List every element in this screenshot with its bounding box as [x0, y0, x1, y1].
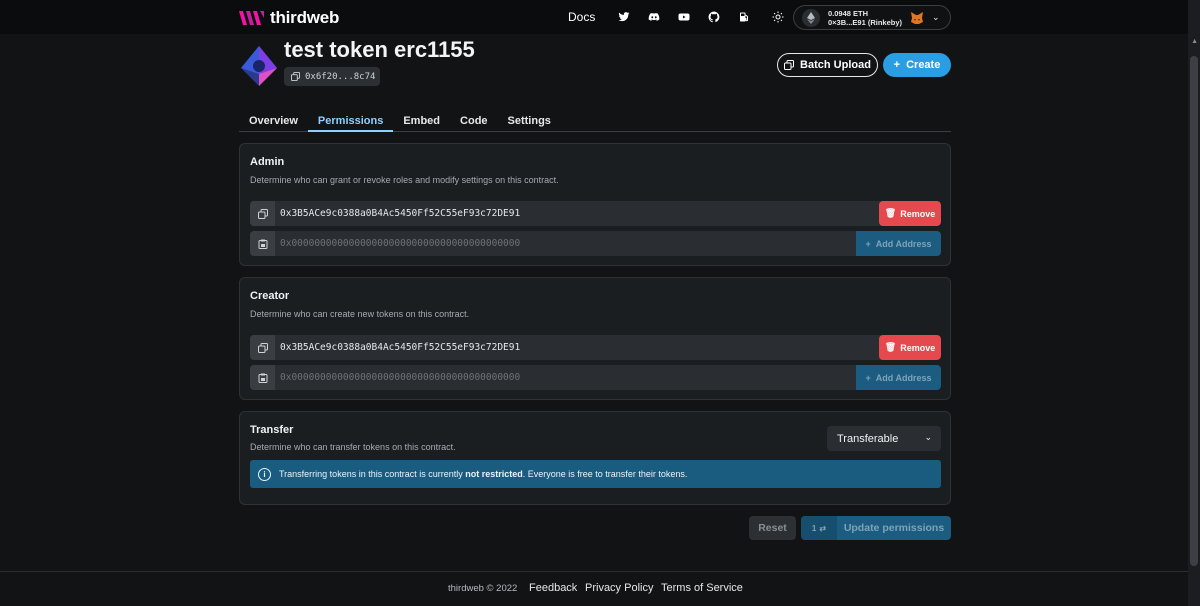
brand-name: thirdweb: [270, 8, 340, 27]
page-footer: thirdweb © 2022 Feedback Privacy Policy …: [0, 571, 1188, 606]
twitter-icon[interactable]: [609, 0, 639, 34]
alert-prefix: Transferring tokens in this contract is …: [279, 469, 466, 479]
creator-member-row: 0x3B5ACe9c0388a0B4Ac5450Ff52C55eF93c72DE…: [250, 335, 941, 360]
batch-upload-label: Batch Upload: [800, 59, 871, 71]
chevron-down-icon: ⌄: [924, 432, 932, 442]
admin-title: Admin: [250, 156, 285, 168]
footer-link-terms[interactable]: Terms of Service: [661, 582, 743, 594]
transfer-role-card: Transfer Determine who can transfer toke…: [239, 411, 951, 505]
wallet-button[interactable]: 0.0948 ETH 0×3B...E91 (Rinkeby) ⌄: [793, 5, 951, 30]
remove-creator-button[interactable]: 🗑 Remove: [879, 335, 941, 360]
metamask-icon: [911, 12, 923, 24]
batch-upload-button[interactable]: Batch Upload: [777, 53, 878, 77]
gas-icon[interactable]: [729, 0, 759, 34]
ethereum-icon: [802, 8, 820, 27]
copy-icon[interactable]: [250, 201, 275, 226]
footer-link-feedback[interactable]: Feedback: [529, 582, 577, 594]
changes-count: 1 ⇄: [801, 516, 837, 540]
creator-description: Determine who can create new tokens on t…: [250, 309, 470, 319]
paste-icon[interactable]: [250, 365, 275, 390]
trash-icon: 🗑: [884, 208, 897, 218]
remove-admin-button[interactable]: 🗑 Remove: [879, 201, 941, 226]
brand-logo[interactable]: thirdweb: [239, 8, 339, 28]
transfer-mode-value: Transferable: [837, 432, 899, 445]
alert-suffix: . Everyone is free to transfer their tok…: [522, 469, 688, 479]
transfer-title: Transfer: [250, 424, 294, 436]
transfer-info-alert: i Transferring tokens in this contract i…: [250, 460, 941, 488]
thirdweb-logo-icon: [239, 11, 264, 25]
creator-address-input[interactable]: 0x00000000000000000000000000000000000000…: [280, 372, 520, 383]
alert-strong: not restricted: [465, 469, 523, 479]
creator-title: Creator: [250, 290, 290, 302]
youtube-icon[interactable]: [669, 0, 699, 34]
footer-copyright: thirdweb © 2022: [448, 583, 518, 594]
page-scrollbar[interactable]: ▲: [1188, 0, 1200, 606]
transfer-description: Determine who can transfer tokens on thi…: [250, 442, 456, 452]
copy-icon[interactable]: [250, 335, 275, 360]
create-button[interactable]: + Create: [883, 53, 951, 77]
tab-code[interactable]: Code: [450, 114, 498, 132]
contract-tabs: Overview Permissions Embed Code Settings: [239, 114, 951, 132]
scrollbar-thumb[interactable]: [1190, 56, 1198, 566]
wallet-balance: 0.0948 ETH: [828, 8, 869, 18]
paste-icon[interactable]: [250, 231, 275, 256]
plus-icon: +: [865, 238, 871, 249]
admin-member-row: 0x3B5ACe9c0388a0B4Ac5450Ff52C55eF93c72DE…: [250, 201, 941, 226]
copy-icon: [291, 72, 300, 81]
create-label: Create: [906, 59, 941, 71]
top-navbar: thirdweb Docs 0.0948 ETH 0×3B...E91 (Rin…: [0, 0, 1188, 34]
add-creator-button[interactable]: + Add Address: [856, 365, 941, 390]
contract-address-copy[interactable]: 0x6f20...8c74: [284, 67, 380, 86]
remove-label: Remove: [900, 342, 936, 353]
wallet-address: 0×3B...E91 (Rinkeby): [828, 17, 902, 27]
discord-icon[interactable]: [639, 0, 669, 34]
scroll-up-arrow-icon[interactable]: ▲: [1191, 38, 1198, 45]
docs-link[interactable]: Docs: [568, 10, 595, 24]
admin-add-row: 0x00000000000000000000000000000000000000…: [250, 231, 941, 256]
info-icon: i: [258, 467, 271, 481]
update-permissions-button[interactable]: 1 ⇄ Update permissions: [801, 516, 951, 540]
chevron-down-icon: ⌄: [932, 12, 940, 22]
admin-role-card: Admin Determine who can grant or revoke …: [239, 143, 951, 266]
add-admin-button[interactable]: + Add Address: [856, 231, 941, 256]
github-icon[interactable]: [699, 0, 729, 34]
add-address-label: Add Address: [875, 238, 932, 249]
trash-icon: 🗑: [884, 342, 897, 352]
creator-add-row: 0x00000000000000000000000000000000000000…: [250, 365, 941, 390]
footer-link-privacy[interactable]: Privacy Policy: [585, 582, 653, 594]
swap-icon: ⇄: [819, 523, 827, 533]
theme-toggle-icon[interactable]: [763, 0, 793, 34]
tab-overview[interactable]: Overview: [239, 114, 308, 132]
admin-description: Determine who can grant or revoke roles …: [250, 175, 559, 185]
transfer-mode-select[interactable]: Transferable ⌄: [827, 426, 941, 451]
contract-address: 0x6f20...8c74: [305, 71, 376, 82]
wallet-info: 0.0948 ETH 0×3B...E91 (Rinkeby): [828, 9, 902, 27]
tab-embed[interactable]: Embed: [393, 114, 450, 132]
plus-icon: +: [893, 59, 901, 71]
changes-count-value: 1: [811, 523, 817, 533]
alert-text: Transferring tokens in this contract is …: [279, 469, 687, 479]
layers-icon: [784, 60, 795, 70]
page-title: test token erc1155: [284, 37, 475, 62]
plus-icon: +: [865, 372, 871, 383]
remove-label: Remove: [900, 208, 936, 219]
tab-settings[interactable]: Settings: [498, 114, 561, 132]
admin-address: 0x3B5ACe9c0388a0B4Ac5450Ff52C55eF93c72DE…: [280, 208, 521, 219]
tab-permissions[interactable]: Permissions: [307, 114, 394, 132]
add-address-label: Add Address: [875, 372, 932, 383]
creator-role-card: Creator Determine who can create new tok…: [239, 277, 951, 400]
reset-button[interactable]: Reset: [749, 516, 796, 540]
creator-address: 0x3B5ACe9c0388a0B4Ac5450Ff52C55eF93c72DE…: [280, 342, 521, 353]
token-logo-icon: [241, 46, 277, 86]
update-permissions-label: Update permissions: [843, 522, 945, 534]
nav-links: Docs: [560, 0, 793, 34]
admin-address-input[interactable]: 0x00000000000000000000000000000000000000…: [280, 238, 520, 249]
